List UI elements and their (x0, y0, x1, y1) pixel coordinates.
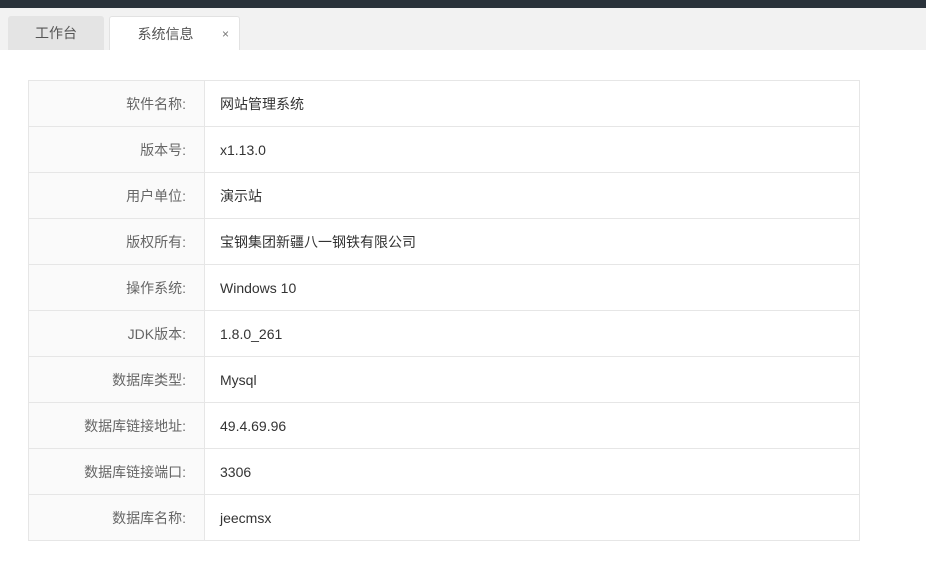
close-icon[interactable]: × (222, 17, 229, 51)
table-row: 数据库类型: Mysql (28, 356, 860, 403)
row-label: 版权所有: (28, 218, 205, 265)
row-label: 软件名称: (28, 80, 205, 127)
row-label: 用户单位: (28, 172, 205, 219)
table-row: 操作系统: Windows 10 (28, 264, 860, 311)
row-label: 数据库链接端口: (28, 448, 205, 495)
row-value: x1.13.0 (204, 126, 860, 173)
tab-system-info[interactable]: 系统信息 × (109, 16, 240, 50)
table-row: 版权所有: 宝钢集团新疆八一钢铁有限公司 (28, 218, 860, 265)
tab-bar: 工作台 系统信息 × (0, 8, 926, 50)
table-row: 数据库名称: jeecmsx (28, 494, 860, 541)
table-row: 用户单位: 演示站 (28, 172, 860, 219)
row-value: 1.8.0_261 (204, 310, 860, 357)
tab-workbench[interactable]: 工作台 (8, 16, 104, 50)
row-value: 3306 (204, 448, 860, 495)
row-label: 数据库链接地址: (28, 402, 205, 449)
tab-label: 系统信息 (137, 26, 194, 42)
row-value: 49.4.69.96 (204, 402, 860, 449)
row-label: 操作系统: (28, 264, 205, 311)
row-label: 数据库类型: (28, 356, 205, 403)
row-value: Mysql (204, 356, 860, 403)
table-row: 软件名称: 网站管理系统 (28, 80, 860, 127)
row-label: JDK版本: (28, 310, 205, 357)
top-bar (0, 0, 926, 8)
table-row: 数据库链接地址: 49.4.69.96 (28, 402, 860, 449)
row-value: Windows 10 (204, 264, 860, 311)
table-row: 数据库链接端口: 3306 (28, 448, 860, 495)
row-value: 网站管理系统 (204, 80, 860, 127)
row-value: 宝钢集团新疆八一钢铁有限公司 (204, 218, 860, 265)
table-row: 版本号: x1.13.0 (28, 126, 860, 173)
row-label: 数据库名称: (28, 494, 205, 541)
table-row: JDK版本: 1.8.0_261 (28, 310, 860, 357)
row-value: 演示站 (204, 172, 860, 219)
row-value: jeecmsx (204, 494, 860, 541)
row-label: 版本号: (28, 126, 205, 173)
system-info-table: 软件名称: 网站管理系统 版本号: x1.13.0 用户单位: 演示站 版权所有: 宝钢集团新… (28, 80, 860, 541)
